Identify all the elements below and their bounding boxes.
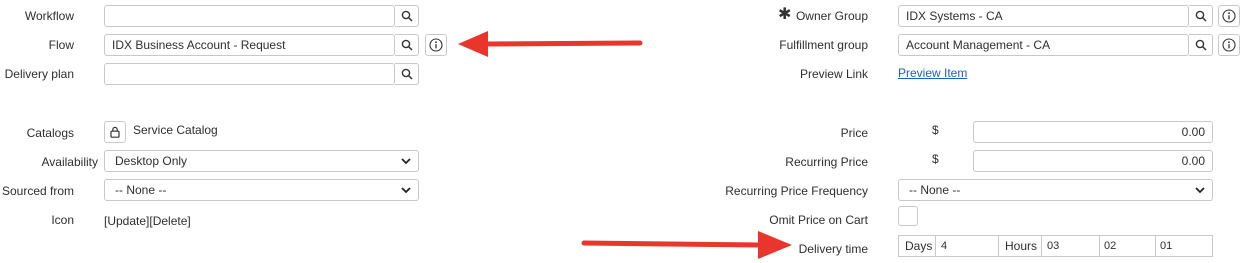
chevron-down-icon <box>1195 187 1205 194</box>
recurring-price-frequency-select[interactable]: -- None -- <box>898 179 1213 201</box>
search-icon <box>1195 10 1207 22</box>
catalogs-label: Catalogs <box>26 126 74 140</box>
chevron-down-icon <box>401 158 411 165</box>
recurring-price-input[interactable]: 0.00 <box>973 150 1213 172</box>
price-label: Price <box>840 126 868 140</box>
icon-label: Icon <box>51 213 74 227</box>
owner-group-input[interactable]: IDX Systems - CA <box>898 5 1189 27</box>
icon-delete-link[interactable]: [Delete] <box>149 214 190 228</box>
delivery-plan-label: Delivery plan <box>4 67 74 81</box>
price-input[interactable]: 0.00 <box>973 121 1213 143</box>
flow-info-button[interactable] <box>425 34 447 56</box>
omit-price-on-cart-checkbox[interactable] <box>898 206 918 226</box>
search-icon <box>401 10 413 22</box>
flow-lookup-button[interactable] <box>395 34 419 56</box>
preview-link-label: Preview Link <box>799 67 868 81</box>
icon-update-link[interactable]: [Update] <box>104 214 149 228</box>
lock-icon <box>110 126 120 138</box>
hours-label: Hours <box>1005 239 1038 253</box>
catalogs-lock-button[interactable] <box>104 121 126 143</box>
delivery-plan-input[interactable] <box>104 63 395 85</box>
owner-group-info-button[interactable] <box>1218 5 1240 27</box>
info-icon <box>1222 9 1236 23</box>
owner-group-lookup-button[interactable] <box>1189 5 1213 27</box>
search-icon <box>401 68 413 80</box>
search-icon <box>1195 39 1207 51</box>
days-label: Days <box>905 239 933 253</box>
recurring-price-frequency-label: Recurring Price Frequency <box>725 184 868 198</box>
sourced-from-select[interactable]: -- None -- <box>104 179 419 201</box>
fulfillment-group-input[interactable]: Account Management - CA <box>898 34 1189 56</box>
minutes-input[interactable]: 02 <box>1104 236 1154 256</box>
fulfillment-group-label: Fulfillment group <box>779 38 868 52</box>
icon-actions: [Update][Delete] <box>104 213 191 229</box>
fulfillment-group-lookup-button[interactable] <box>1189 34 1213 56</box>
red-arrow-annotation-delivery <box>581 231 792 259</box>
price-currency-symbol: $ <box>932 123 939 137</box>
availability-select[interactable]: Desktop Only <box>104 150 419 172</box>
availability-selected-value: Desktop Only <box>115 154 188 168</box>
owner-group-label: Owner Group <box>795 9 868 23</box>
recurring-frequency-selected-value: -- None -- <box>909 183 961 197</box>
seconds-input[interactable]: 01 <box>1160 236 1210 256</box>
omit-price-on-cart-label: Omit Price on Cart <box>769 213 868 227</box>
info-icon <box>429 38 443 52</box>
fulfillment-group-info-button[interactable] <box>1218 34 1240 56</box>
hours-input[interactable]: 03 <box>1047 236 1099 256</box>
recurring-price-label: Recurring Price <box>785 155 868 169</box>
info-icon <box>1222 38 1236 52</box>
sourced-from-label: Sourced from <box>1 184 74 198</box>
delivery-time-field: Days 4 Hours 03 02 01 <box>898 235 1213 257</box>
chevron-down-icon <box>401 187 411 194</box>
sourced-from-selected-value: -- None -- <box>115 183 167 197</box>
workflow-input[interactable] <box>104 5 395 27</box>
recurring-price-currency-symbol: $ <box>932 152 939 166</box>
workflow-label: Workflow <box>24 9 74 23</box>
red-arrow-annotation <box>458 31 643 57</box>
availability-label: Availability <box>41 155 98 169</box>
delivery-plan-lookup-button[interactable] <box>395 63 419 85</box>
days-input[interactable]: 4 <box>941 236 996 256</box>
preview-item-link[interactable]: Preview Item <box>898 65 967 81</box>
flow-input[interactable]: IDX Business Account - Request <box>104 34 395 56</box>
flow-label: Flow <box>48 38 74 52</box>
catalogs-value: Service Catalog <box>133 123 218 137</box>
workflow-lookup-button[interactable] <box>395 5 419 27</box>
search-icon <box>401 39 413 51</box>
